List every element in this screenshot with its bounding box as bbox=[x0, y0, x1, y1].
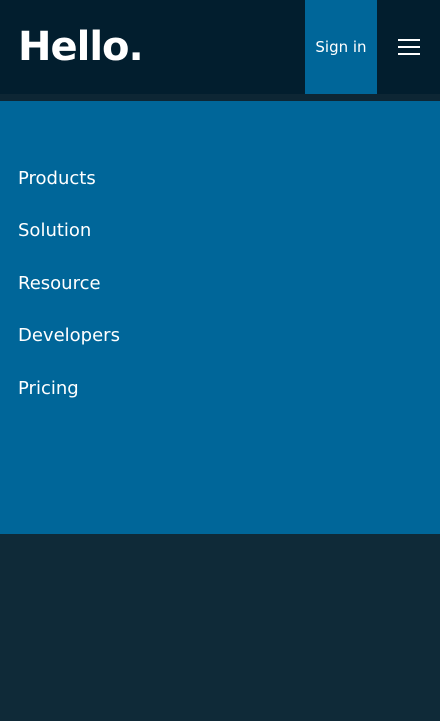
hamburger-menu-icon bbox=[397, 39, 420, 55]
menu-toggle-button[interactable] bbox=[377, 0, 440, 94]
logo[interactable]: Hello. bbox=[18, 24, 144, 70]
mobile-nav-panel: Products Solution Resource Developers Pr… bbox=[0, 101, 440, 534]
page: Hello. Sign in Products Solution Resourc… bbox=[0, 0, 440, 721]
nav-item-developers[interactable]: Developers bbox=[18, 324, 120, 348]
page-background bbox=[0, 534, 440, 721]
header-divider bbox=[0, 94, 440, 101]
nav-item-solution[interactable]: Solution bbox=[18, 219, 91, 243]
top-header: Hello. Sign in bbox=[0, 0, 440, 94]
nav-item-products[interactable]: Products bbox=[18, 167, 96, 191]
sign-in-button[interactable]: Sign in bbox=[305, 0, 377, 94]
nav-item-pricing[interactable]: Pricing bbox=[18, 377, 79, 401]
nav-item-resource[interactable]: Resource bbox=[18, 272, 101, 296]
